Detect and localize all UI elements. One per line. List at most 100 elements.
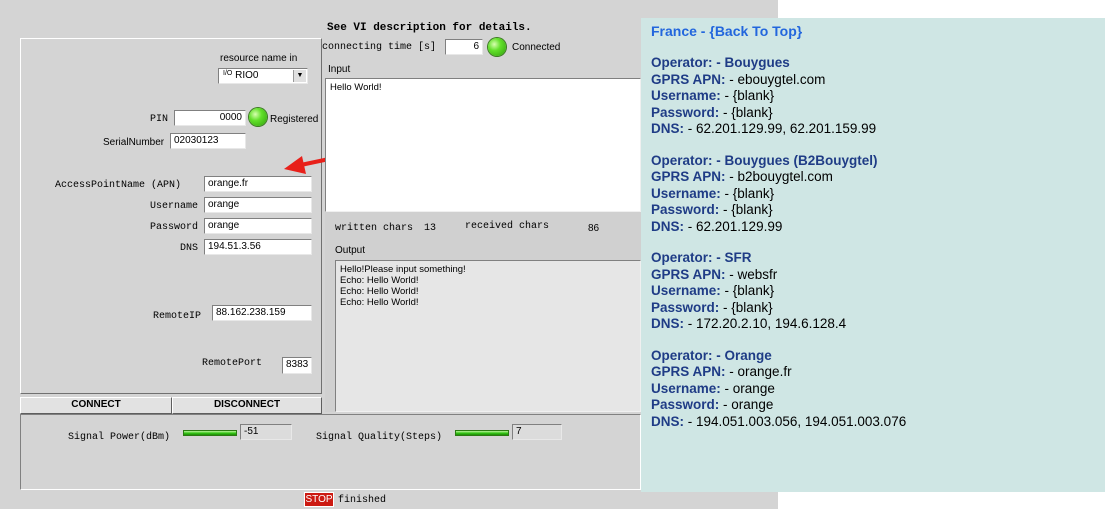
username-value: - {blank}	[724, 283, 775, 298]
received-chars-label: received chars	[465, 221, 550, 232]
username-key: Username:	[651, 283, 721, 298]
operator-name: - Orange	[716, 347, 772, 363]
apn-input[interactable]: orange.fr	[204, 176, 312, 192]
operator-key: Operator:	[651, 347, 713, 363]
connected-label: Connected	[512, 42, 561, 53]
connecting-time-label: connecting time [s]	[322, 42, 437, 53]
header-separator: -	[696, 23, 710, 39]
apn-value: - orange.fr	[729, 364, 792, 379]
apn-key: GPRS APN:	[651, 364, 726, 379]
status-text: finished	[338, 495, 387, 506]
serial-label: SerialNumber	[103, 137, 165, 148]
country-header: France - {Back To Top}	[651, 22, 1105, 40]
back-to-top-link[interactable]: {Back To Top}	[709, 23, 802, 39]
signal-power-bar	[183, 430, 237, 436]
settings-panel	[20, 38, 322, 394]
operator-name: - SFR	[716, 250, 752, 265]
remote-ip-label: RemoteIP	[153, 311, 202, 322]
dns-input[interactable]: 194.51.3.56	[204, 239, 312, 255]
resource-label: resource name in	[220, 53, 298, 64]
password-key: Password:	[651, 299, 720, 315]
password-key: Password:	[651, 397, 720, 412]
operator-key: Operator:	[651, 152, 713, 168]
input-label: Input	[328, 64, 351, 75]
apn-info-panel: France - {Back To Top} Operator: - Bouyg…	[641, 18, 1105, 492]
dns-value: - 62.201.129.99	[687, 218, 783, 234]
operator-key: Operator:	[651, 55, 713, 70]
password-value: - orange	[723, 397, 774, 412]
written-chars-label: written chars	[335, 223, 414, 234]
password-key: Password:	[651, 202, 720, 217]
operator-block: Operator: - SFR GPRS APN: - websfr Usern…	[651, 250, 1105, 333]
signal-quality-bar	[455, 430, 509, 436]
apn-key: GPRS APN:	[651, 71, 726, 87]
username-value: - {blank}	[724, 185, 775, 201]
operator-block: Operator: - Bouygues (B2Bouygtel) GPRS A…	[651, 153, 1105, 236]
signal-quality-label: Signal Quality(Steps)	[316, 432, 443, 443]
password-key: Password:	[651, 104, 720, 120]
apn-label: AccessPointName (APN)	[55, 180, 182, 191]
pin-label: PIN	[150, 114, 169, 125]
password-value: - {blank}	[723, 299, 773, 315]
operator-name: - Bouygues (B2Bouygtel)	[716, 152, 878, 168]
dns-value: - 62.201.129.99, 62.201.159.99	[687, 121, 877, 136]
operator-block: Operator: - Orange GPRS APN: - orange.fr…	[651, 348, 1105, 431]
password-value: - {blank}	[723, 104, 773, 120]
output-textbox[interactable]: Hello!Please input something! Echo: Hell…	[335, 260, 641, 412]
username-key: Username:	[651, 380, 721, 396]
dns-value: - 194.051.003.056, 194.051.003.076	[687, 413, 907, 429]
apn-key: GPRS APN:	[651, 169, 726, 184]
written-chars-value: 13	[424, 223, 437, 234]
input-textbox[interactable]: Hello World!	[325, 78, 641, 212]
password-input[interactable]: orange	[204, 218, 312, 234]
remote-ip-input[interactable]: 88.162.238.159	[212, 305, 312, 321]
operator-name: - Bouygues	[716, 55, 790, 70]
output-line: Echo: Hello World!	[340, 286, 419, 297]
apn-value: - ebouygtel.com	[729, 71, 826, 87]
output-line: Echo: Hello World!	[340, 275, 419, 286]
password-label: Password	[150, 222, 199, 233]
connecting-time-field: 6	[445, 39, 483, 55]
disconnect-button[interactable]: DISCONNECT	[172, 397, 322, 414]
connect-button[interactable]: CONNECT	[20, 397, 172, 414]
registered-led-icon	[249, 108, 267, 126]
remote-port-label: RemotePort	[202, 358, 263, 369]
dropdown-arrow-icon[interactable]: ▼	[293, 70, 306, 82]
dns-key: DNS:	[651, 121, 684, 136]
remote-port-input[interactable]: 8383	[282, 357, 312, 374]
dns-key: DNS:	[651, 218, 684, 234]
username-value: - orange	[724, 380, 775, 396]
output-label: Output	[335, 245, 366, 256]
connected-led-icon	[488, 38, 506, 56]
apn-value: - websfr	[729, 266, 778, 282]
description-note: See VI description for details.	[327, 22, 532, 34]
apn-key: GPRS APN:	[651, 266, 726, 282]
dns-key: DNS:	[651, 413, 684, 429]
received-chars-value: 86	[588, 223, 600, 234]
output-line: Echo: Hello World!	[340, 297, 419, 308]
password-value: - {blank}	[723, 202, 773, 217]
username-key: Username:	[651, 88, 721, 103]
stop-button[interactable]: STOP	[304, 492, 334, 507]
username-value: - {blank}	[724, 88, 775, 103]
dns-key: DNS:	[651, 316, 684, 331]
serial-number-field[interactable]: 02030123	[170, 133, 246, 149]
username-label: Username	[150, 201, 199, 212]
pin-input[interactable]: 0000	[174, 110, 246, 126]
apn-value: - b2bouygtel.com	[729, 169, 833, 184]
dns-value: - 172.20.2.10, 194.6.128.4	[687, 316, 847, 331]
signal-power-field: -51	[240, 424, 292, 440]
operator-block: Operator: - Bouygues GPRS APN: - ebouygt…	[651, 55, 1105, 138]
resource-icon: I/O	[223, 70, 233, 77]
resource-value: RIO0	[235, 70, 259, 81]
signal-quality-field: 7	[512, 424, 562, 440]
resource-select[interactable]: I/O RIO0 ▼	[218, 68, 308, 84]
username-input[interactable]: orange	[204, 197, 312, 213]
output-line: Hello!Please input something!	[340, 264, 466, 275]
signal-power-label: Signal Power(dBm)	[68, 432, 171, 443]
dns-label: DNS	[180, 243, 199, 254]
input-text: Hello World!	[330, 82, 382, 93]
operator-key: Operator:	[651, 250, 713, 265]
username-key: Username:	[651, 185, 721, 201]
country-name: France	[651, 23, 697, 39]
